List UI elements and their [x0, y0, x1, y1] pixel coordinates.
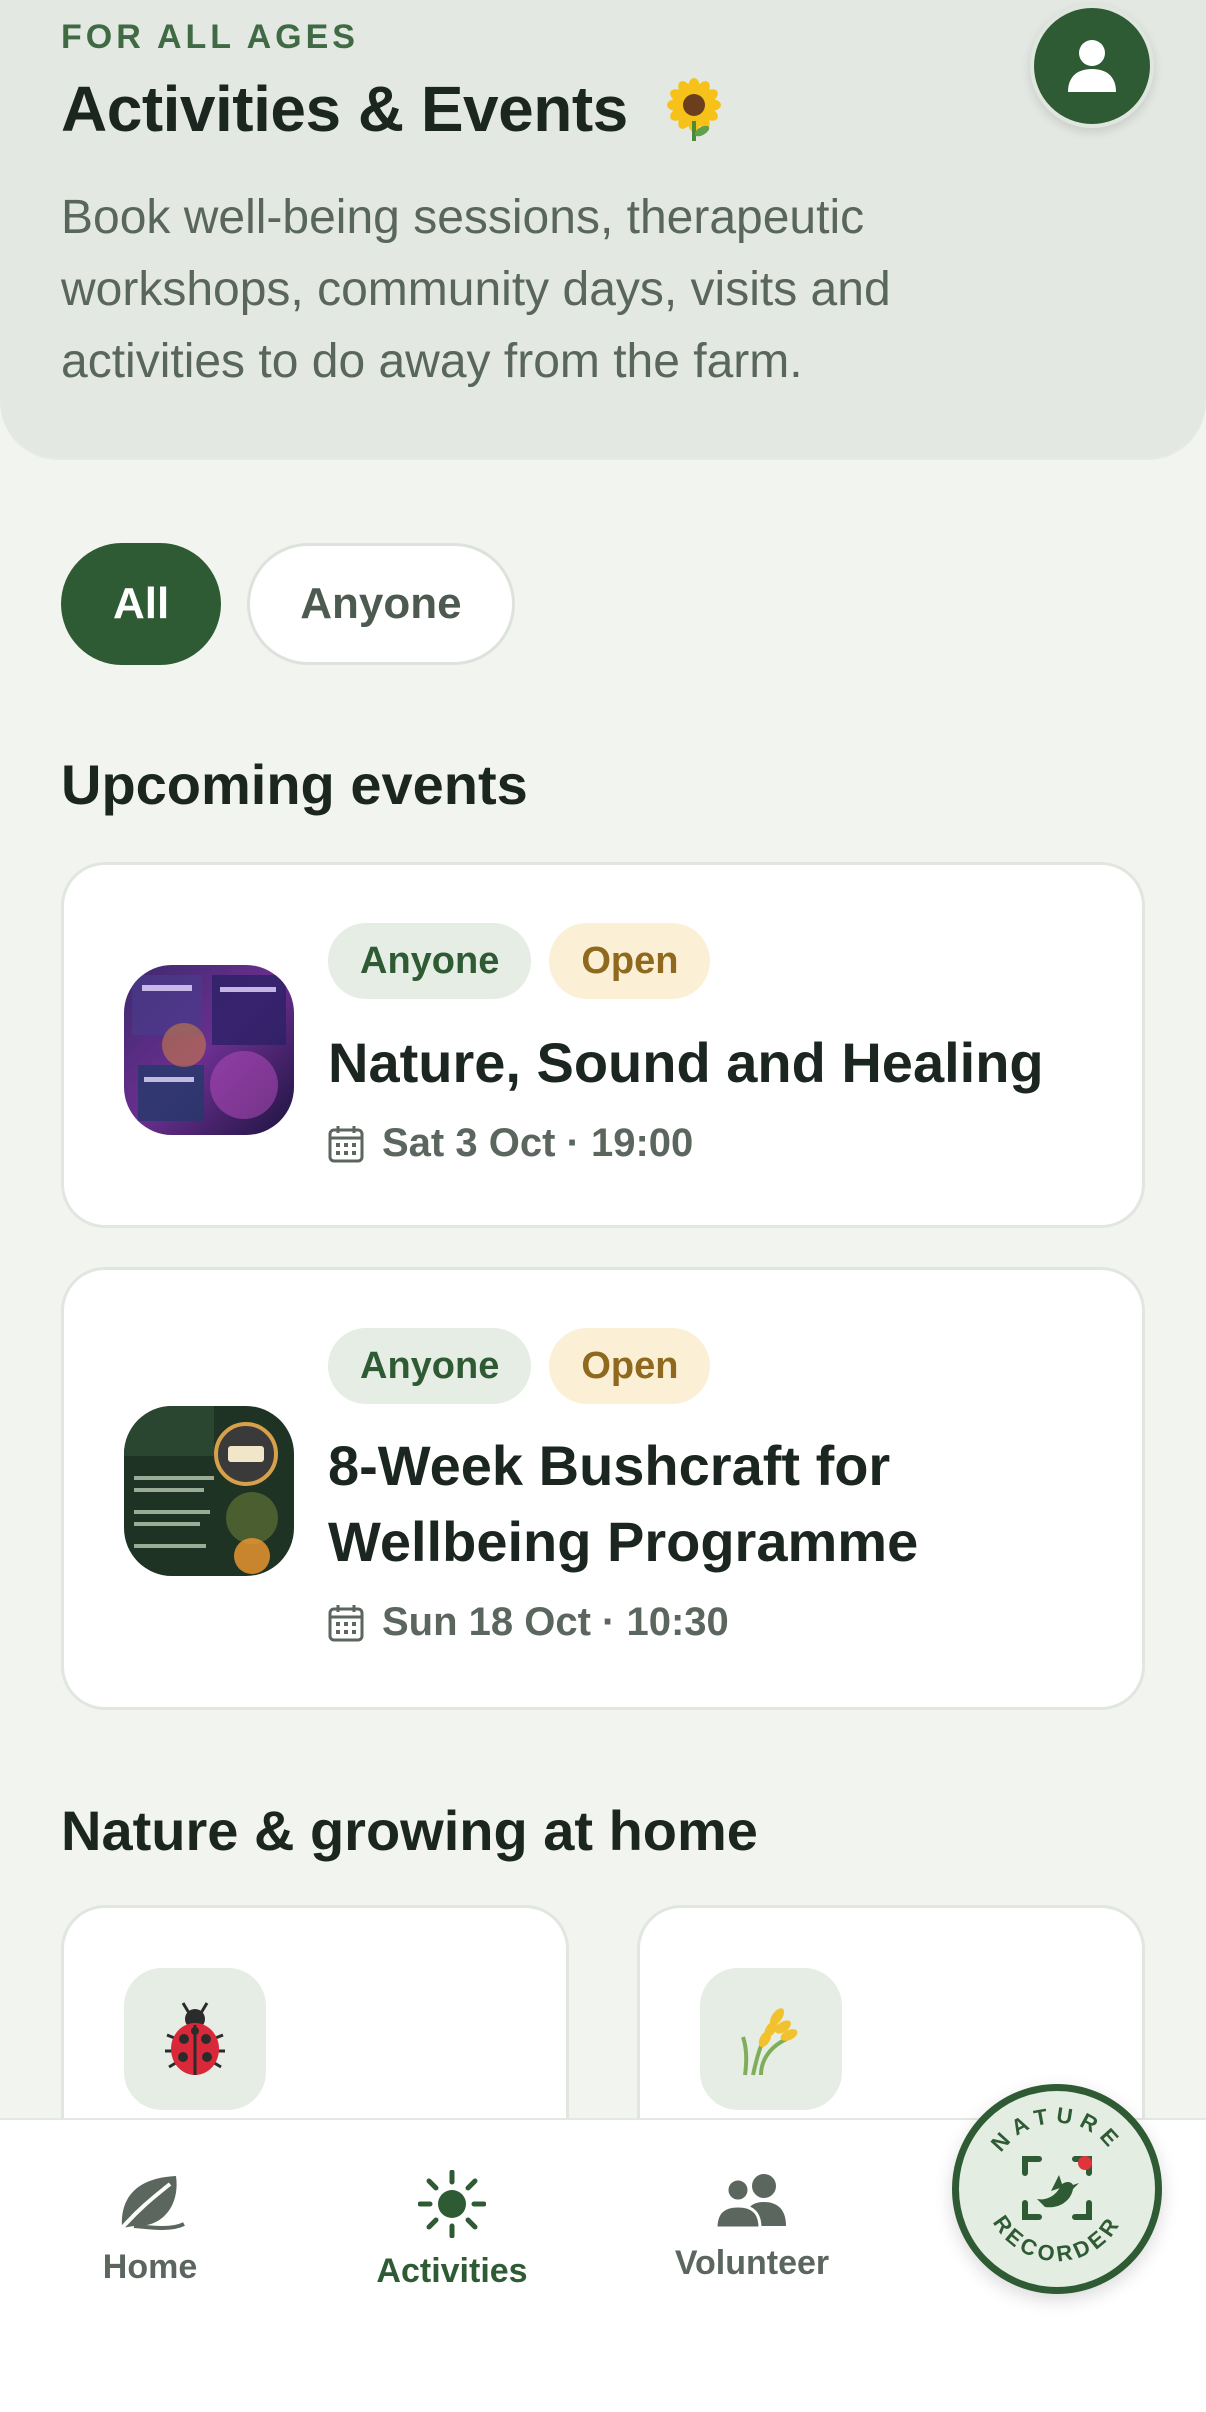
- status-badge: Open: [549, 1328, 711, 1404]
- nav-item-volunteer[interactable]: Volunteer: [652, 2170, 852, 2283]
- filter-chip-all[interactable]: All: [61, 543, 222, 665]
- nature-recorder-badge: NATURE RECORDER: [986, 2102, 1128, 2267]
- calendar-icon: [328, 1125, 364, 1162]
- event-tags: Anyone Open: [328, 923, 711, 999]
- eyebrow-label: FOR ALL AGES: [61, 18, 359, 56]
- audience-badge: Anyone: [328, 923, 532, 999]
- user-icon: [1068, 40, 1116, 92]
- nav-label: Home: [102, 2248, 198, 2286]
- people-icon: [714, 2174, 786, 2230]
- nav-label: Activities: [376, 2252, 528, 2290]
- recorder-label-top: NATURE: [986, 2102, 1121, 2156]
- event-title: Nature, Sound and Healing: [328, 1031, 1044, 1094]
- event-date: Sat 3 Oct · 19:00: [328, 1121, 693, 1166]
- calendar-icon: [328, 1604, 364, 1641]
- ladybird-icon: [165, 2002, 225, 2075]
- event-tags: Anyone Open: [328, 1328, 711, 1404]
- page-title: Activities & Events: [61, 73, 628, 145]
- event-date: Sun 18 Oct · 10:30: [328, 1600, 729, 1645]
- event-date-text: Sun 18 Oct · 10:30: [382, 1600, 729, 1644]
- filter-chip-anyone[interactable]: Anyone: [247, 543, 515, 665]
- svg-text:RECORDER: RECORDER: [988, 2211, 1126, 2267]
- nav-label: Volunteer: [674, 2244, 830, 2282]
- nav-item-home[interactable]: Home: [50, 2170, 250, 2287]
- page-header: FOR ALL AGES Activities & Events Book we…: [0, 0, 1206, 458]
- event-card[interactable]: Anyone Open 8-Week Bushcraft for Wellbei…: [61, 1267, 1145, 1710]
- event-title: 8-Week Bushcraft for Wellbeing Programme: [328, 1434, 919, 1573]
- nature-card-icon-tile: [124, 1968, 266, 2110]
- svg-text:NATURE: NATURE: [986, 2102, 1128, 2156]
- page-subtitle: Book well-being sessions, therapeutic wo…: [61, 191, 891, 388]
- event-thumbnail: [124, 965, 294, 1135]
- activities-screen: FOR ALL AGES Activities & Events Book we…: [0, 0, 1206, 2412]
- nature-recorder-button[interactable]: NATURE RECORDER: [952, 2084, 1162, 2294]
- leaf-icon: [120, 2176, 185, 2230]
- title-row: Activities & Events: [61, 72, 726, 146]
- sunflower-icon: [666, 78, 721, 141]
- sun-icon: [418, 2170, 486, 2238]
- event-image: [124, 1406, 294, 1576]
- event-card[interactable]: Anyone Open Nature, Sound and Healing Sa…: [61, 862, 1145, 1228]
- profile-button[interactable]: [1030, 4, 1154, 128]
- event-date-text: Sat 3 Oct · 19:00: [382, 1121, 694, 1165]
- recorder-label-bottom: RECORDER: [988, 2211, 1122, 2267]
- event-image: [124, 965, 294, 1135]
- event-thumbnail: [124, 1406, 294, 1576]
- nav-item-activities[interactable]: Activities: [352, 2170, 552, 2291]
- nature-heading: Nature & growing at home: [61, 1799, 758, 1862]
- upcoming-events-heading: Upcoming events: [61, 753, 528, 816]
- audience-badge: Anyone: [328, 1328, 532, 1404]
- wheat-icon: [741, 2008, 798, 2076]
- nature-card-icon-tile: [700, 1968, 842, 2110]
- filter-chips: All Anyone: [61, 543, 515, 665]
- status-badge: Open: [549, 923, 711, 999]
